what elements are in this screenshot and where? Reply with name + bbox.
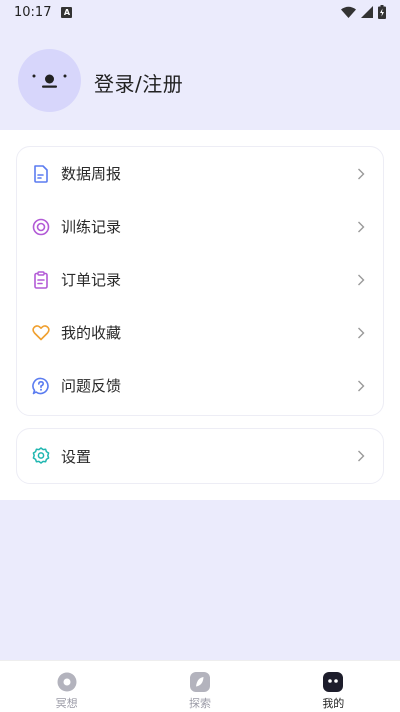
chevron-right-icon <box>357 220 367 234</box>
compass-icon <box>189 671 211 693</box>
status-bar: 10:17 A <box>0 0 400 24</box>
menu-item-weekly-report[interactable]: 数据周报 <box>17 147 383 200</box>
menu-item-label: 训练记录 <box>61 218 122 236</box>
menu-item-order-record[interactable]: 订单记录 <box>17 253 383 306</box>
menu-item-settings[interactable]: 设置 <box>17 429 383 483</box>
battery-icon <box>378 5 386 19</box>
avatar-face-icon <box>32 74 67 88</box>
tab-label: 我的 <box>322 697 345 710</box>
status-left: 10:17 A <box>14 4 73 20</box>
bottom-tab-bar: 冥想 探索 我的 <box>0 660 400 712</box>
tab-label: 冥想 <box>55 697 78 710</box>
chevron-right-icon <box>357 167 367 181</box>
menu-item-label: 订单记录 <box>61 271 122 289</box>
clipboard-icon <box>32 270 50 289</box>
settings-label: 设置 <box>61 447 92 466</box>
signal-icon <box>361 6 373 18</box>
menu-item-label: 问题反馈 <box>61 377 122 395</box>
chevron-right-icon <box>357 449 367 463</box>
tab-meditate[interactable]: 冥想 <box>0 661 133 712</box>
chevron-right-icon <box>357 379 367 393</box>
menu-item-favorites[interactable]: 我的收藏 <box>17 306 383 359</box>
profile-icon <box>322 671 344 693</box>
tab-mine[interactable]: 我的 <box>267 661 400 712</box>
document-icon <box>32 164 50 183</box>
help-chat-icon <box>32 377 50 395</box>
tab-explore[interactable]: 探索 <box>133 661 266 712</box>
meditate-icon <box>56 671 78 693</box>
gear-icon <box>32 447 50 465</box>
menu-card: 数据周报 训练记录 订单记录 我的收藏 问题反馈 <box>16 146 384 416</box>
menu-item-label: 数据周报 <box>61 165 122 183</box>
menu-item-feedback[interactable]: 问题反馈 <box>17 359 383 412</box>
profile-header: 登录/注册 <box>0 24 400 130</box>
heart-icon <box>32 324 50 342</box>
target-icon <box>32 218 50 236</box>
chevron-right-icon <box>357 273 367 287</box>
menu-item-label: 我的收藏 <box>61 324 122 342</box>
status-right <box>341 5 386 19</box>
chevron-right-icon <box>357 326 367 340</box>
status-time: 10:17 <box>14 4 52 20</box>
avatar[interactable] <box>18 49 81 112</box>
main-content: 数据周报 训练记录 订单记录 我的收藏 问题反馈 设置 <box>0 130 400 500</box>
wifi-icon <box>341 6 356 18</box>
settings-card: 设置 <box>16 428 384 484</box>
login-register-link[interactable]: 登录/注册 <box>94 68 183 97</box>
tab-label: 探索 <box>188 697 211 710</box>
menu-item-training-record[interactable]: 训练记录 <box>17 200 383 253</box>
notification-icon: A <box>61 6 73 18</box>
